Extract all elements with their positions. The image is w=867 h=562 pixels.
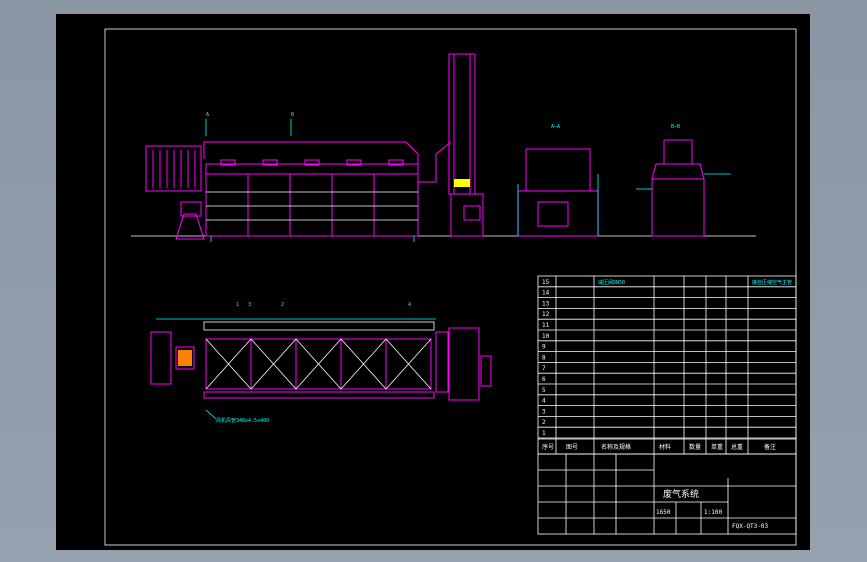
bom-cell: 1 [542,430,546,437]
section-marker-a: A [206,112,209,118]
chamber-inner-lines [206,191,418,221]
bom-cell: 减压阀DN50 [598,279,625,286]
section-b-b-body [651,178,705,237]
plan-bottom-duct [203,391,435,399]
section-a-a-body [517,190,599,237]
section-a-a-view: A—A [517,124,599,237]
bom-cell: 13 [542,300,550,307]
inlet-fan [175,213,205,240]
section-b-b-view: B—B [636,124,731,237]
bom-cell: 接自压缩空气主管 [752,279,792,286]
main-fan-housing [450,193,484,237]
bom-header-qty: 数量 [689,443,701,451]
exhaust-stack [448,53,476,195]
plan-outlet-duct [435,331,449,393]
section-a-a-chamber [537,201,569,227]
main-duct-top [203,141,419,164]
bom-header-no: 序号 [542,443,554,451]
bom-header-drawing-no: 图号 [566,444,578,451]
balloon-2: 2 [281,302,284,308]
balloon-4: 4 [408,302,411,308]
section-b-b-label: B—B [671,124,680,130]
cad-drawing: A B A—A B—B 1 2 3 4 风机风管348x4.5x400 15 减… [104,28,797,546]
plan-stack-box [448,327,480,401]
title-block: 废气系统 1650 1:100 FQX-QT3-03 [537,453,797,535]
bom-cell: 14 [542,290,550,297]
plan-balloons: 1 2 3 4 [236,302,411,308]
bom-cell: 10 [542,333,550,340]
drawing-number: FQX-QT3-03 [732,523,769,530]
section-marker-b: B [291,112,294,118]
bom-cell: 8 [542,354,546,361]
chamber-dividers [247,174,375,236]
plan-view: 1 2 3 4 风机风管348x4.5x400 [150,302,492,424]
section-b-b-top-box [663,139,693,165]
plan-inlet-box [150,331,172,385]
bom-cell: 7 [542,365,546,372]
stack-sampling-port [454,179,470,187]
exhaust-stack-inner [453,53,471,195]
bom-header-material: 材料 [659,443,671,451]
scale-value: 1:100 [704,509,722,516]
bom-rows: 15 减压阀DN50 接自压缩空气主管 14 13 12 11 10 9 8 7 6 5 4 3 2 1 [538,279,796,439]
bom-cell: 5 [542,387,546,394]
weight-value: 1650 [656,509,671,516]
cad-viewport[interactable]: A B A—A B—B 1 2 3 4 风机风管348x4.5x400 15 减… [0,0,867,562]
plan-note-leader [205,409,217,420]
plan-outlet-fan [480,355,492,387]
main-fan-motor [463,205,481,221]
bom-cell: 2 [542,419,546,426]
balloon-1: 1 [236,302,239,308]
chamber-legs [210,236,415,242]
bom-cell: 9 [542,344,546,351]
bom-cell: 6 [542,376,546,383]
bom-header-total-weight: 总重 [731,443,743,451]
bom-header-row: 序号 图号 名称及规格 材料 数量 单重 总重 备注 [538,438,796,451]
elevation-view: A B [131,53,756,242]
bom-header-name: 名称及规格 [601,443,631,451]
plan-note: 风机风管348x4.5x400 [216,417,269,424]
bom-header-remarks: 备注 [764,443,776,451]
bom-cell: 11 [542,322,550,329]
bom-header-unit-weight: 单重 [711,443,723,451]
adsorption-chamber-bank [205,173,419,237]
bom-cell: 15 [542,279,550,286]
inlet-filter-louvers [152,150,196,188]
section-a-a-label: A—A [551,124,560,130]
balloon-3: 3 [248,302,251,308]
section-b-b-hopper [651,163,705,180]
plan-fan-motor [178,350,192,366]
drawing-name: 废气系统 [663,488,699,500]
drawing-sheet: A B A—A B—B 1 2 3 4 风机风管348x4.5x400 15 减… [56,14,810,550]
section-a-a-hood [525,148,591,192]
plan-chamber-diagonals [205,338,432,390]
stack-connecting-duct [418,141,452,183]
bom-cell: 12 [542,311,550,318]
bom-cell: 4 [542,398,546,405]
bill-of-materials: 15 减压阀DN50 接自压缩空气主管 14 13 12 11 10 9 8 7 6 5 4 3 2 1 序号 … [537,275,797,455]
plan-header-pipe [203,321,435,331]
bom-cell: 3 [542,408,546,415]
